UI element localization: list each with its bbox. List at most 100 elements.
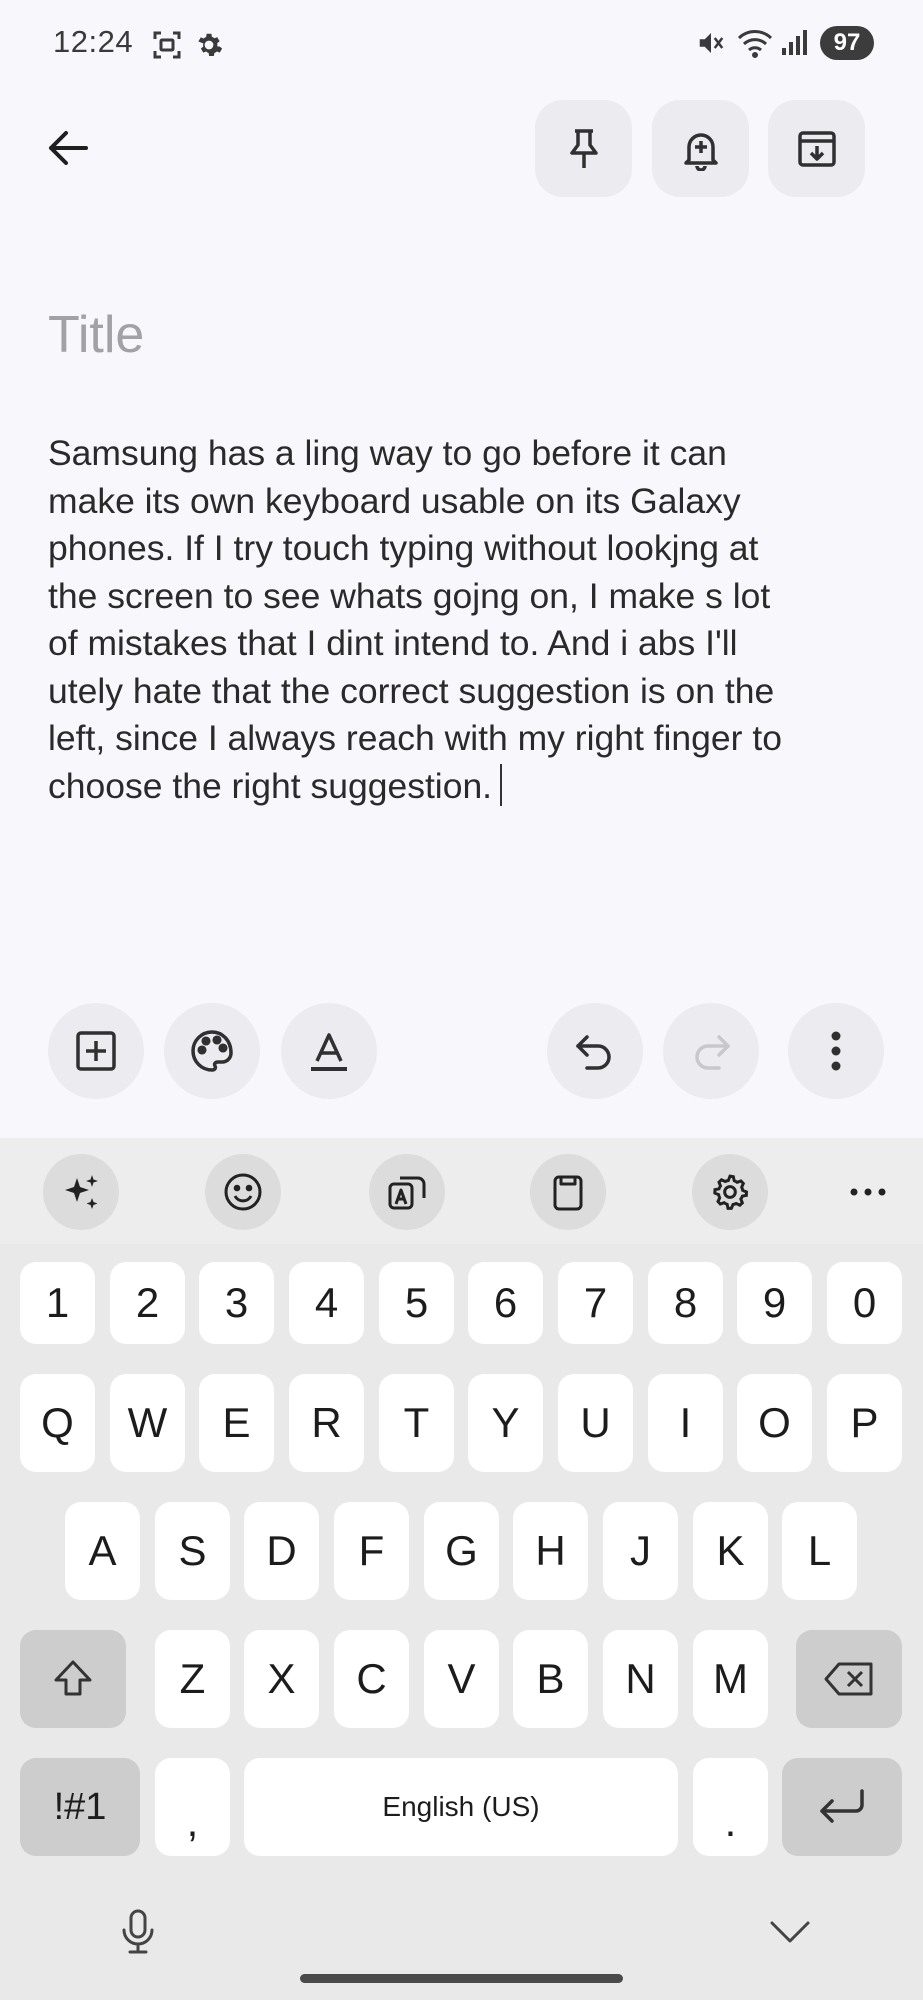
more-horiz-icon — [850, 1188, 886, 1196]
space-bar[interactable]: English (US) — [244, 1758, 678, 1856]
key-p[interactable]: P — [827, 1374, 902, 1472]
backspace-key[interactable] — [796, 1630, 902, 1728]
keyboard-toolbar — [0, 1138, 923, 1244]
key-a[interactable]: A — [65, 1502, 140, 1600]
key-v[interactable]: V — [424, 1630, 499, 1728]
note-line: utely hate that the correct suggestion i… — [48, 670, 775, 711]
key-d[interactable]: D — [244, 1502, 319, 1600]
text-cursor — [500, 763, 503, 806]
key-f[interactable]: F — [334, 1502, 409, 1600]
text-format-button[interactable] — [281, 1003, 377, 1099]
key-3[interactable]: 3 — [199, 1262, 274, 1344]
enter-key[interactable] — [782, 1758, 902, 1856]
key-n[interactable]: N — [603, 1630, 678, 1728]
keyboard-settings-button[interactable] — [692, 1154, 768, 1230]
screen-recorder-icon — [152, 30, 182, 60]
archive-button[interactable] — [768, 100, 865, 197]
key-x[interactable]: X — [244, 1630, 319, 1728]
add-box-icon — [76, 1031, 116, 1071]
status-time: 12:24 — [53, 24, 134, 59]
battery-level: 97 — [820, 26, 874, 60]
settings-icon — [713, 1174, 749, 1210]
key-w[interactable]: W — [110, 1374, 185, 1472]
key-9[interactable]: 9 — [737, 1262, 812, 1344]
key-s[interactable]: S — [155, 1502, 230, 1600]
translate-button[interactable] — [369, 1154, 445, 1230]
key-m[interactable]: M — [693, 1630, 768, 1728]
redo-button[interactable] — [663, 1003, 759, 1099]
palette-icon — [191, 1030, 233, 1072]
key-0[interactable]: 0 — [827, 1262, 902, 1344]
clipboard-button[interactable] — [530, 1154, 606, 1230]
symbols-key[interactable]: !#1 — [20, 1758, 140, 1856]
hide-keyboard-button[interactable] — [762, 1910, 818, 1954]
ai-sparkle-icon — [65, 1175, 98, 1209]
ai-tools-button[interactable] — [43, 1154, 119, 1230]
key-6[interactable]: 6 — [468, 1262, 543, 1344]
add-content-button[interactable] — [48, 1003, 144, 1099]
key-c[interactable]: C — [334, 1630, 409, 1728]
key-i[interactable]: I — [648, 1374, 723, 1472]
key-o[interactable]: O — [737, 1374, 812, 1472]
key-l[interactable]: L — [782, 1502, 857, 1600]
key-e[interactable]: E — [199, 1374, 274, 1472]
note-line: of mistakes that I dint intend to. And i… — [48, 623, 738, 663]
key-4[interactable]: 4 — [289, 1262, 364, 1344]
key-g[interactable]: G — [424, 1502, 499, 1600]
microphone-icon — [122, 1909, 154, 1954]
emoji-button[interactable] — [205, 1154, 281, 1230]
note-line: make its own keyboard usable on its Gala… — [48, 480, 741, 521]
translate-icon — [388, 1176, 426, 1210]
keyboard-more-button[interactable] — [830, 1154, 906, 1230]
key-5[interactable]: 5 — [379, 1262, 454, 1344]
settings-gear-icon — [194, 30, 224, 60]
undo-button[interactable] — [547, 1003, 643, 1099]
key-u[interactable]: U — [558, 1374, 633, 1472]
text-format-icon — [311, 1033, 347, 1071]
comma-key[interactable]: , — [155, 1758, 230, 1856]
key-r[interactable]: R — [289, 1374, 364, 1472]
key-h[interactable]: H — [513, 1502, 588, 1600]
status-bar: 12:24 97 — [0, 0, 923, 86]
back-button[interactable] — [28, 108, 108, 188]
pin-icon — [569, 128, 598, 168]
gesture-nav-bar[interactable] — [300, 1974, 623, 1983]
arrow-left-icon — [49, 131, 88, 165]
key-t[interactable]: T — [379, 1374, 454, 1472]
key-8[interactable]: 8 — [648, 1262, 723, 1344]
voice-input-button[interactable] — [112, 1904, 164, 1960]
key-j[interactable]: J — [603, 1502, 678, 1600]
note-line: the screen to see whats gojng on, I make… — [48, 575, 771, 616]
backspace-icon — [824, 1662, 873, 1696]
samsung-keyboard: 1 2 3 4 5 6 7 8 9 0 Q W E R T Y U I O P … — [0, 1138, 923, 2000]
key-2[interactable]: 2 — [110, 1262, 185, 1344]
background-color-button[interactable] — [164, 1003, 260, 1099]
note-line: left, since I always reach with my right… — [48, 718, 782, 758]
shift-key[interactable] — [20, 1630, 126, 1728]
note-line: Samsung has a ling way to go before it c… — [48, 433, 727, 473]
pin-button[interactable] — [535, 100, 632, 197]
key-z[interactable]: Z — [155, 1630, 230, 1728]
note-body[interactable]: Samsung has a ling way to go before it c… — [48, 430, 888, 810]
mute-icon — [696, 28, 726, 58]
note-line-last: choose the right suggestion. — [48, 763, 888, 811]
title-input[interactable] — [48, 300, 868, 370]
key-b[interactable]: B — [513, 1630, 588, 1728]
reminder-button[interactable] — [652, 100, 749, 197]
archive-icon — [797, 130, 836, 167]
more-options-button[interactable] — [788, 1003, 884, 1099]
signal-icon — [780, 28, 808, 56]
shift-arrow-icon — [54, 1660, 92, 1696]
enter-icon — [820, 1789, 864, 1823]
note-line: choose the right suggestion. — [48, 765, 493, 806]
keyboard-hide-chevron-icon — [770, 1921, 810, 1943]
key-7[interactable]: 7 — [558, 1262, 633, 1344]
wifi-icon — [736, 26, 774, 58]
key-1[interactable]: 1 — [20, 1262, 95, 1344]
key-k[interactable]: K — [693, 1502, 768, 1600]
period-key[interactable]: . — [693, 1758, 768, 1856]
reminder-bell-icon — [683, 132, 718, 171]
key-y[interactable]: Y — [468, 1374, 543, 1472]
more-vert-icon — [831, 1031, 841, 1071]
key-q[interactable]: Q — [20, 1374, 95, 1472]
